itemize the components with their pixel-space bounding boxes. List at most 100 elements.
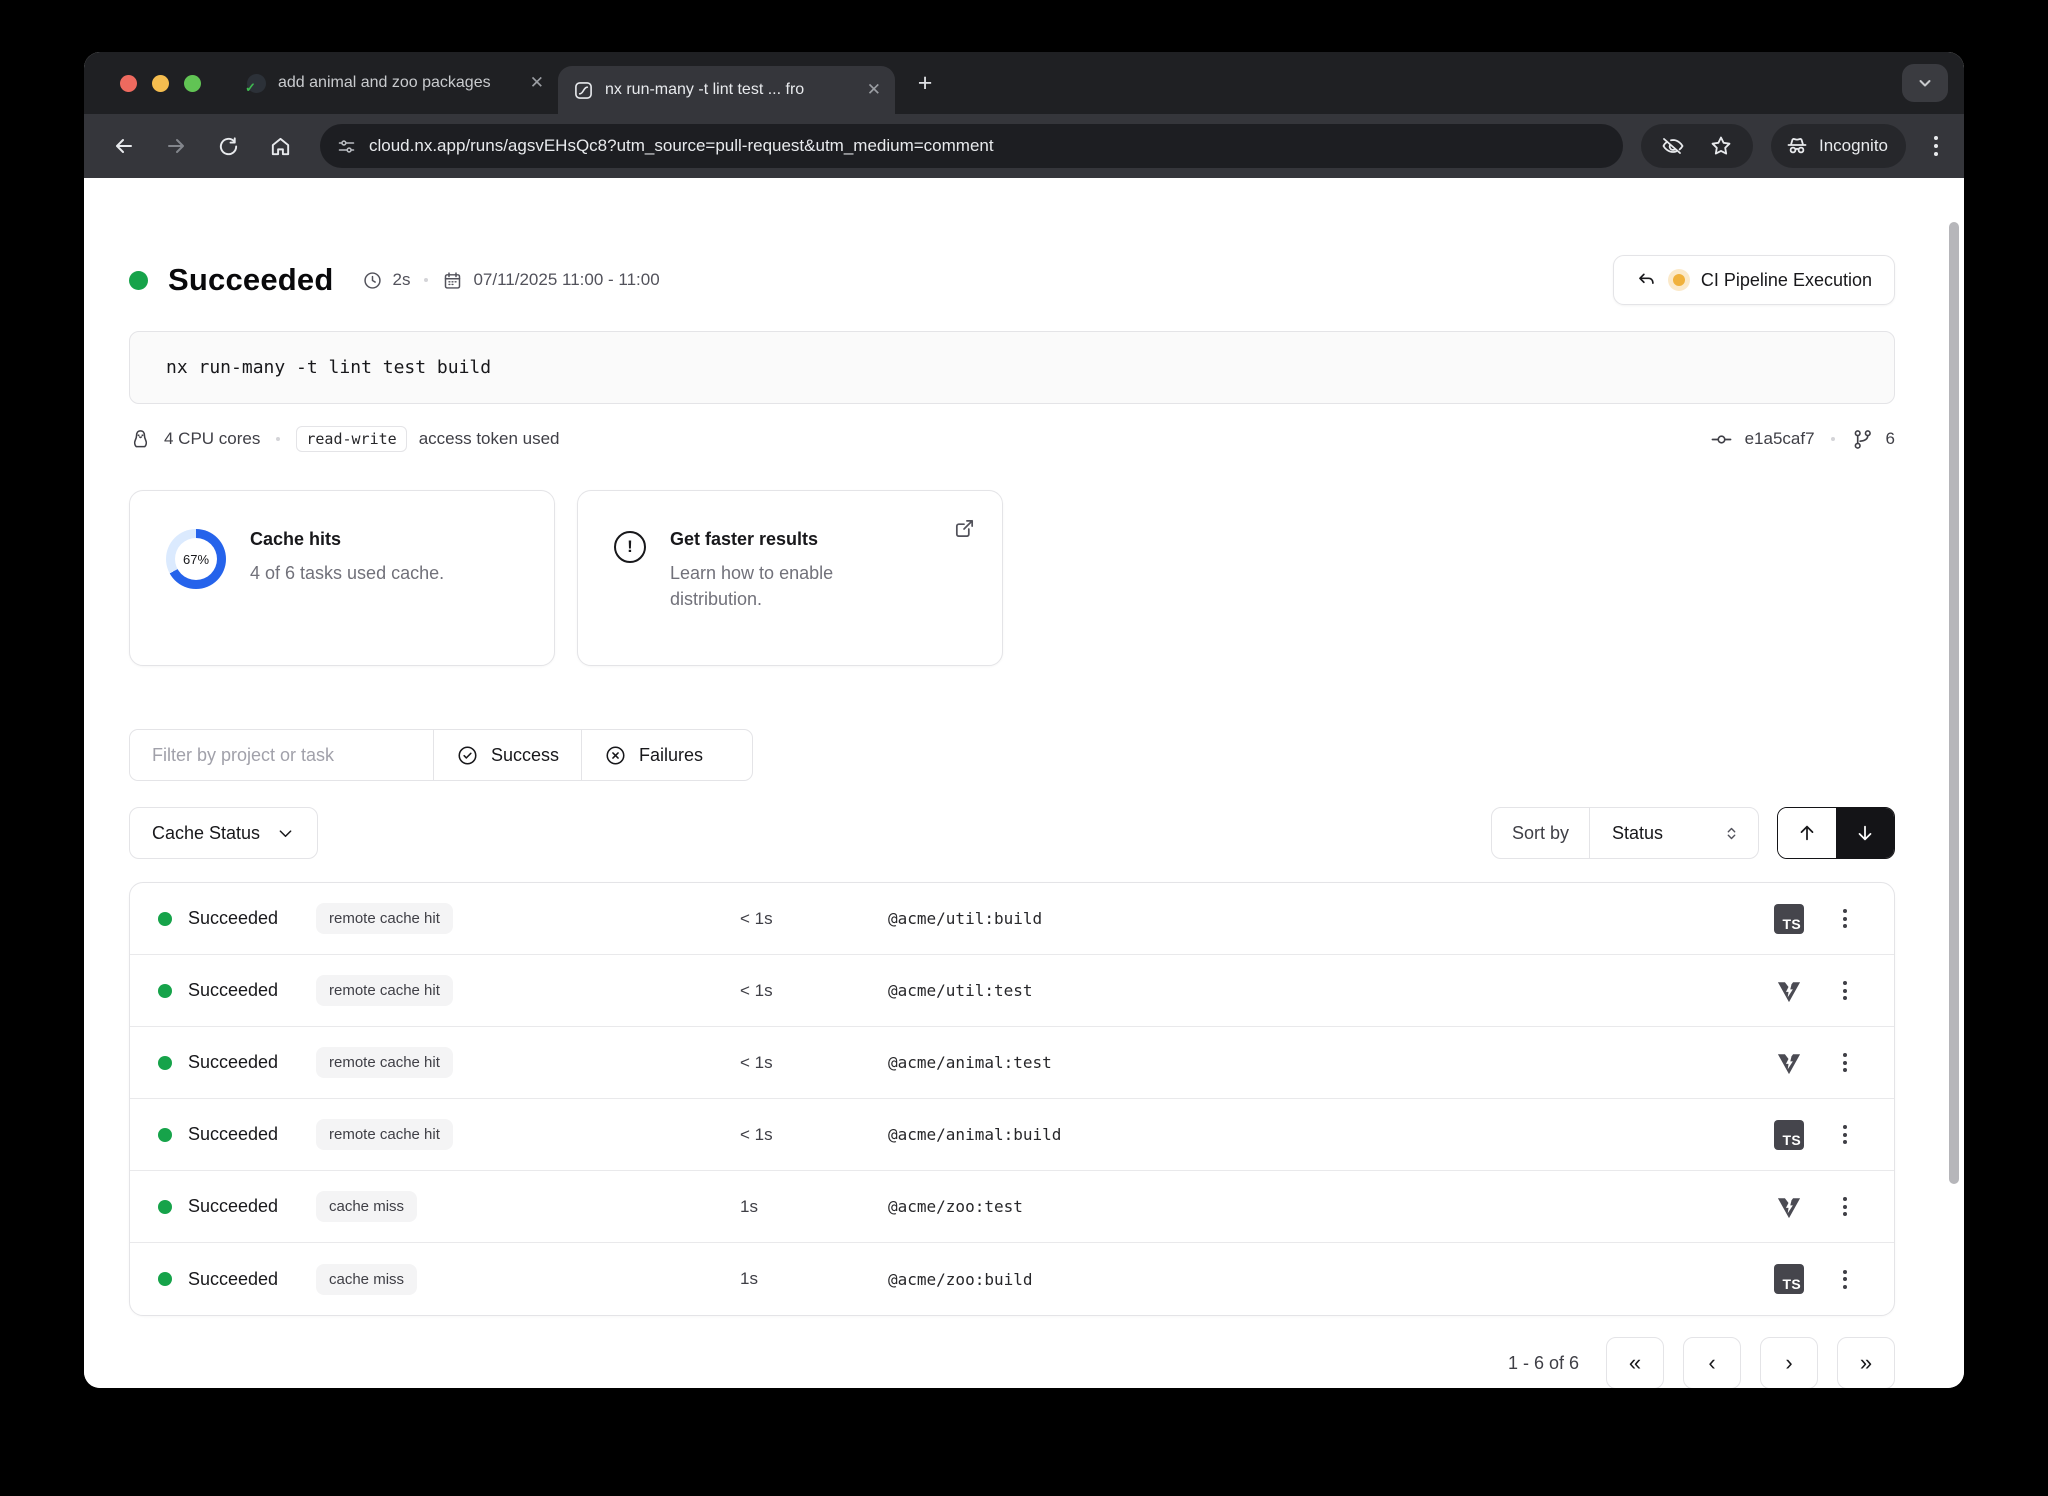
sort-by-label: Sort by [1492, 808, 1590, 858]
minimize-window-button[interactable] [152, 75, 169, 92]
bookmark-button[interactable] [1699, 124, 1743, 168]
row-menu-button[interactable] [1835, 1045, 1855, 1080]
home-button[interactable] [258, 124, 302, 168]
cache-status-badge: cache miss [316, 1191, 417, 1222]
vitest-icon [1775, 1193, 1803, 1221]
typescript-icon: TS [1774, 904, 1804, 934]
row-duration: < 1s [740, 909, 888, 929]
page-title: Succeeded [168, 262, 334, 298]
distribution-card[interactable]: ! Get faster results Learn how to enable… [577, 490, 1003, 666]
branch-count: 6 [1886, 429, 1895, 449]
row-menu-button[interactable] [1835, 1117, 1855, 1152]
filter-success-label: Success [491, 745, 559, 766]
row-task: @acme/animal:build [888, 1125, 1760, 1144]
tab-nx-cloud-run[interactable]: nx run-many -t lint test ... fro ✕ [558, 66, 895, 114]
table-row[interactable]: Succeeded remote cache hit < 1s @acme/an… [130, 1099, 1894, 1171]
last-page-button[interactable]: » [1837, 1337, 1895, 1388]
sort-value: Status [1612, 823, 1663, 844]
row-status-dot [158, 912, 172, 926]
row-status-dot [158, 1272, 172, 1286]
command-box: nx run-many -t lint test build [129, 331, 1895, 404]
first-page-button[interactable]: « [1606, 1337, 1664, 1388]
row-menu-button[interactable] [1835, 973, 1855, 1008]
tab-strip: ✓ add animal and zoo packages ✕ nx run-m… [84, 52, 1964, 114]
row-status: Succeeded [188, 1269, 316, 1290]
row-task: @acme/zoo:test [888, 1197, 1760, 1216]
separator-dot [1831, 437, 1835, 441]
filter-failures-toggle[interactable]: Failures [581, 730, 725, 780]
chevron-down-icon [276, 824, 295, 843]
close-tab-icon[interactable]: ✕ [530, 73, 544, 93]
cache-status-badge: remote cache hit [316, 975, 453, 1006]
external-link-icon [953, 517, 976, 540]
forward-button[interactable] [154, 124, 198, 168]
filter-bar: Success Failures [129, 729, 753, 781]
address-bar[interactable]: cloud.nx.app/runs/agsvEHsQc8?utm_source=… [320, 124, 1623, 168]
row-duration: < 1s [740, 1125, 888, 1145]
linux-penguin-icon [129, 428, 152, 451]
distribution-card-title: Get faster results [670, 529, 930, 550]
row-duration: 1s [740, 1197, 888, 1217]
browser-toolbar: cloud.nx.app/runs/agsvEHsQc8?utm_source=… [84, 114, 1964, 178]
row-menu-button[interactable] [1835, 1189, 1855, 1224]
cache-donut: 67% [166, 529, 226, 589]
incognito-label: Incognito [1819, 136, 1888, 156]
tab-search-button[interactable] [1902, 64, 1948, 102]
table-row[interactable]: Succeeded remote cache hit < 1s @acme/an… [130, 1027, 1894, 1099]
table-row[interactable]: Succeeded remote cache hit < 1s @acme/ut… [130, 955, 1894, 1027]
undo-arrow-icon [1636, 270, 1657, 291]
reload-button[interactable] [206, 124, 250, 168]
pagination-label: 1 - 6 of 6 [1508, 1353, 1579, 1374]
next-page-button[interactable]: › [1760, 1337, 1818, 1388]
url-text: cloud.nx.app/runs/agsvEHsQc8?utm_source=… [369, 136, 994, 156]
maximize-window-button[interactable] [184, 75, 201, 92]
chevron-down-icon [1917, 75, 1933, 91]
typescript-icon: TS [1774, 1264, 1804, 1294]
cache-card-description: 4 of 6 tasks used cache. [250, 560, 444, 586]
sort-direction-group [1777, 807, 1895, 859]
tab-pull-request[interactable]: ✓ add animal and zoo packages ✕ [231, 52, 558, 114]
tasks-table: Succeeded remote cache hit < 1s @acme/ut… [129, 882, 1895, 1316]
new-tab-button[interactable]: + [905, 63, 945, 103]
table-row[interactable]: Succeeded remote cache hit < 1s @acme/ut… [130, 883, 1894, 955]
nx-cloud-icon [574, 81, 593, 100]
close-window-button[interactable] [120, 75, 137, 92]
cache-card-title: Cache hits [250, 529, 444, 550]
row-menu-button[interactable] [1835, 901, 1855, 936]
filter-success-toggle[interactable]: Success [433, 730, 581, 780]
previous-page-button[interactable]: ‹ [1683, 1337, 1741, 1388]
browser-menu-button[interactable] [1928, 130, 1944, 162]
table-row[interactable]: Succeeded cache miss 1s @acme/zoo:build … [130, 1243, 1894, 1315]
browser-window: ✓ add animal and zoo packages ✕ nx run-m… [84, 52, 1964, 1388]
info-exclamation-icon: ! [614, 531, 646, 563]
git-branch-icon [1851, 428, 1874, 451]
table-row[interactable]: Succeeded cache miss 1s @acme/zoo:test [130, 1171, 1894, 1243]
run-duration: 2s [393, 270, 411, 290]
row-duration: < 1s [740, 1053, 888, 1073]
pagination: 1 - 6 of 6 « ‹ › » [129, 1337, 1895, 1388]
preview-hidden-button[interactable] [1651, 124, 1695, 168]
pipeline-button-label: CI Pipeline Execution [1701, 270, 1872, 291]
scrollbar[interactable] [1949, 222, 1959, 1184]
cache-status-badge: remote cache hit [316, 903, 453, 934]
run-date-range: 07/11/2025 11:00 - 11:00 [473, 270, 659, 290]
row-status: Succeeded [188, 1052, 316, 1073]
close-tab-icon[interactable]: ✕ [867, 80, 881, 100]
sort-select[interactable]: Status [1590, 808, 1758, 858]
sort-descending-button[interactable] [1836, 808, 1894, 858]
status-dot [129, 271, 148, 290]
pipeline-status-dot [1673, 274, 1685, 286]
back-button[interactable] [102, 124, 146, 168]
commit-sha[interactable]: e1a5caf7 [1745, 429, 1815, 449]
check-circle-icon [456, 744, 479, 767]
row-menu-button[interactable] [1835, 1262, 1855, 1297]
forward-arrow-icon [164, 134, 188, 158]
reload-icon [217, 135, 240, 158]
filter-input[interactable] [130, 730, 433, 780]
cache-status-dropdown[interactable]: Cache Status [129, 807, 318, 859]
cache-status-badge: remote cache hit [316, 1047, 453, 1078]
sort-ascending-button[interactable] [1778, 808, 1836, 858]
tab-title: add animal and zoo packages [278, 74, 518, 92]
cache-status-badge: remote cache hit [316, 1119, 453, 1150]
ci-pipeline-execution-button[interactable]: CI Pipeline Execution [1613, 255, 1895, 305]
